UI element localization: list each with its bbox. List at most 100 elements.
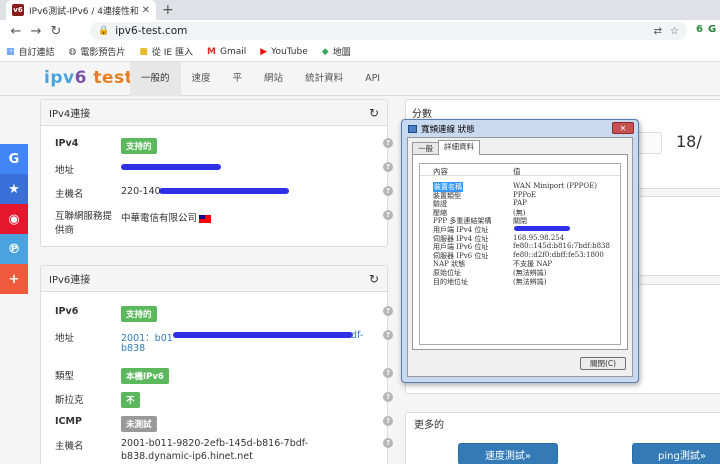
score-value: 18/ <box>676 132 702 151</box>
list-item[interactable]: 伺服器 IPv4 位址 168.95.98.254 <box>420 234 620 243</box>
dialog-close-icon[interactable]: ✕ <box>612 122 634 134</box>
list-item[interactable]: 原始位址 (無法辨識) <box>420 268 620 277</box>
nav-api[interactable]: API <box>354 62 391 96</box>
folder-icon: ■ <box>139 46 148 57</box>
nav-websites[interactable]: 網站 <box>253 62 294 96</box>
nav-statistics[interactable]: 統計資料 <box>294 62 354 96</box>
bookmarks-bar: ▦ 自訂連結 ◍ 電影預告片 ■ 從 IE 匯入 M Gmail ▶ YouTube ◆ 地… <box>0 42 720 62</box>
address-bar[interactable]: 🔒 ipv6-test.com ⇄ ☆ <box>90 22 687 40</box>
nav-ping[interactable]: 平 <box>222 62 254 96</box>
ipv6-supported-badge: 支持的 <box>121 306 157 322</box>
dialog-title: 寬頻連線 狀態 <box>408 123 475 135</box>
help-icon[interactable]: ? <box>383 138 393 148</box>
list-header: 內容 值 <box>420 164 620 176</box>
maps-icon: ◆ <box>321 46 329 57</box>
ipv6-panel-title: IPv6連接 <box>49 275 91 286</box>
ipv6-panel: IPv6連接 ↻ IPv6 支持的 ? 地址 2001：b01 df- b838… <box>40 265 393 464</box>
extension-icon[interactable]: G <box>708 24 716 35</box>
list-item[interactable]: 用戶端 IPv4 位址 <box>420 225 620 234</box>
help-icon[interactable]: ? <box>383 210 393 220</box>
help-icon[interactable]: ? <box>383 306 393 316</box>
site-nav: 一般的 速度 平 網站 統計資料 API <box>130 62 391 96</box>
list-item[interactable]: NAP 狀態 不支援 NAP <box>420 259 620 268</box>
list-item[interactable]: 目的地位址 (無法辨識) <box>420 277 620 286</box>
help-icon[interactable]: ? <box>383 186 393 196</box>
ipv4-panel-title: IPv4連接 <box>49 109 91 120</box>
more-panel-title: 更多的 <box>414 420 444 431</box>
help-icon[interactable]: ? <box>383 416 393 426</box>
bookmark-movies[interactable]: ◍ 電影預告片 <box>68 45 126 59</box>
redaction-scribble <box>121 164 221 170</box>
list-item[interactable]: 用戶端 IPv6 位址 fe80::145d:b816:7bdf:b838 <box>420 242 620 251</box>
bookmark-gmail[interactable]: M Gmail <box>207 47 246 57</box>
browser-toolbar: ← → ↻ 🔒 ipv6-test.com ⇄ ☆ 6 G <box>0 20 720 42</box>
list-item[interactable]: 伺服器 IPv6 位址 fe80::d2f0:dbff:fe53:1800 <box>420 251 620 260</box>
ipv6-extension-icon[interactable]: 6 <box>696 24 703 35</box>
ipv4-supported-badge: 支持的 <box>121 138 157 154</box>
list-item[interactable]: 裝置類型 PPPoE <box>420 191 620 200</box>
refresh-icon[interactable]: ↻ <box>369 106 379 120</box>
dialog-body: 一般 詳細資料 內容 值 裝置名稱 WAN Miniport (PPPOE) 裝置… <box>407 137 633 377</box>
bookmark-ie-import[interactable]: ■ 從 IE 匯入 <box>139 45 193 59</box>
url-text: ipv6-test.com <box>115 25 188 37</box>
help-icon[interactable]: ? <box>383 438 393 448</box>
bookmark-youtube[interactable]: ▶ YouTube <box>260 47 308 57</box>
details-list[interactable]: 內容 值 裝置名稱 WAN Miniport (PPPOE) 裝置類型 PPPoE … <box>419 163 621 345</box>
site-favicon-icon: v6 <box>12 4 24 16</box>
star-icon[interactable]: ★ <box>0 174 28 204</box>
bookmark-star-icon[interactable]: ☆ <box>670 26 679 37</box>
refresh-icon[interactable]: ↻ <box>369 272 379 286</box>
network-icon <box>408 125 417 133</box>
help-icon[interactable]: ? <box>383 392 393 402</box>
help-icon[interactable]: ? <box>383 330 393 340</box>
help-icon[interactable]: ? <box>383 162 393 172</box>
connection-status-dialog: 寬頻連線 狀態 ✕ 一般 詳細資料 內容 值 裝置名稱 WAN Miniport … <box>401 119 639 383</box>
back-icon[interactable]: ← <box>6 24 26 39</box>
taiwan-flag-icon <box>199 214 212 223</box>
browser-tab[interactable]: v6 IPv6測試-IPv6 / 4連接性和速度 ✕ <box>6 0 156 20</box>
details-panel: 內容 值 裝置名稱 WAN Miniport (PPPOE) 裝置類型 PPPoE … <box>412 154 628 350</box>
help-icon[interactable]: ? <box>383 368 393 378</box>
site-logo[interactable]: ipv6 test <box>44 68 133 88</box>
google-icon[interactable]: G <box>0 144 28 174</box>
speed-test-button[interactable]: 速度測試» <box>458 443 558 464</box>
list-item[interactable]: 裝置名稱 WAN Miniport (PPPOE) <box>420 182 620 192</box>
social-share-bar: G ★ ◉ ℗ + <box>0 144 28 294</box>
grid-icon: ▦ <box>6 46 15 57</box>
slaac-badge: 不 <box>121 392 140 408</box>
list-item[interactable]: PPP 多重連結架構 關閉 <box>420 216 620 225</box>
redaction-scribble <box>173 332 353 338</box>
new-tab-icon[interactable]: + <box>162 2 174 18</box>
list-item[interactable]: 壓縮 (無) <box>420 208 620 217</box>
translate-icon[interactable]: ⇄ <box>654 26 662 37</box>
redaction-scribble <box>159 188 289 194</box>
tab-general[interactable]: 一般 <box>412 142 439 154</box>
weibo-icon[interactable]: ◉ <box>0 204 28 234</box>
ipv4-panel: IPv4連接 ↻ IPv4 支持的 ? 地址 ? 主機名 220-140- ? … <box>40 99 393 247</box>
gmail-icon: M <box>207 46 216 57</box>
tab-title: IPv6測試-IPv6 / 4連接性和速度 <box>29 6 138 17</box>
list-item[interactable]: 驗證 PAP <box>420 199 620 208</box>
ping-test-button[interactable]: ping測試» <box>632 443 720 464</box>
bookmark-maps[interactable]: ◆ 地圖 <box>321 45 351 59</box>
nav-speed[interactable]: 速度 <box>181 62 222 96</box>
bookmark-icon: ◍ <box>68 46 77 57</box>
dialog-close-button[interactable]: 關閉(C) <box>580 357 626 370</box>
plus-icon[interactable]: + <box>0 264 28 294</box>
browser-tab-strip: v6 IPv6測試-IPv6 / 4連接性和速度 ✕ + <box>0 0 720 20</box>
redaction-scribble <box>514 225 570 231</box>
nav-general[interactable]: 一般的 <box>130 62 181 96</box>
site-header: ipv6 test 一般的 速度 平 網站 統計資料 API <box>0 62 720 96</box>
youtube-icon: ▶ <box>260 46 268 57</box>
tab-details[interactable]: 詳細資料 <box>438 140 480 155</box>
forward-icon[interactable]: → <box>26 24 46 39</box>
pinyin-icon[interactable]: ℗ <box>0 234 28 264</box>
lock-icon[interactable]: 🔒 <box>98 26 109 36</box>
native-ipv6-badge: 本機IPv6 <box>121 368 169 384</box>
reload-icon[interactable]: ↻ <box>46 24 66 39</box>
tab-close-icon[interactable]: ✕ <box>142 5 150 16</box>
ipv6-panel-header: IPv6連接 ↻ <box>41 266 387 292</box>
ipv4-panel-header: IPv4連接 ↻ <box>41 100 387 126</box>
bookmark-apps[interactable]: ▦ 自訂連結 <box>6 45 55 59</box>
icmp-untested-badge: 未測試 <box>121 416 157 432</box>
